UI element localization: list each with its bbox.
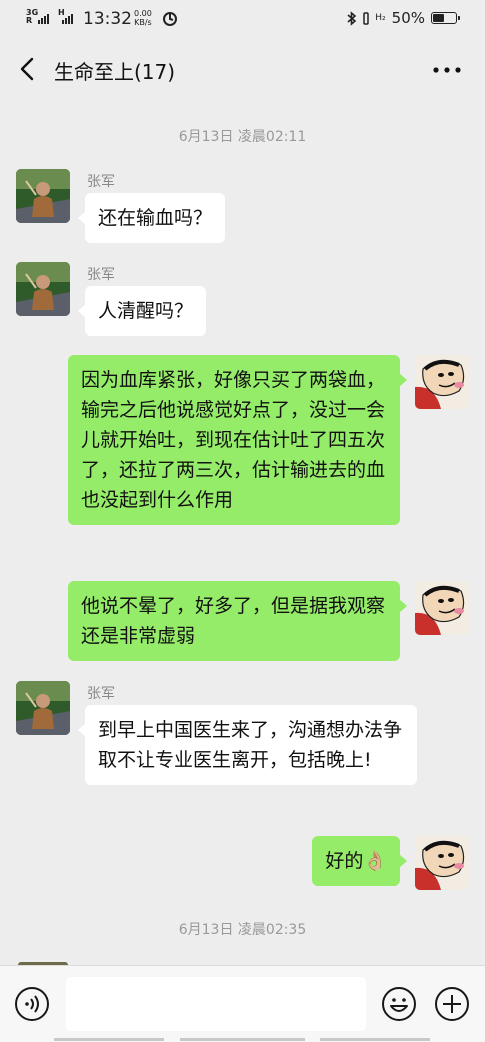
message-bubble-in[interactable]: 人清醒吗？ xyxy=(77,286,207,336)
avatar-zhangjun[interactable] xyxy=(16,681,70,735)
chat-header: 生命至上(17) xyxy=(0,38,485,102)
input-bar xyxy=(0,965,485,1042)
sender-name: 张军 xyxy=(87,267,115,283)
message-input[interactable] xyxy=(66,977,366,1031)
more-dots-icon[interactable] xyxy=(431,58,463,82)
avatar-zhangjun[interactable] xyxy=(16,169,70,223)
avatar-zhangjun[interactable] xyxy=(16,262,70,316)
sender-name: 张军 xyxy=(87,686,115,702)
message-bubble-out[interactable]: 好的👌🏼 xyxy=(312,836,407,886)
timestamp: 6月13日 凌晨02:11 xyxy=(178,129,307,145)
message-bubble-out[interactable]: 他说不晕了，好多了，但是据我观察还是非常虚弱 xyxy=(68,581,407,661)
network-type: 3G R xyxy=(26,8,39,25)
avatar-self[interactable] xyxy=(415,355,469,409)
signal-icon-2 xyxy=(62,10,73,24)
chevron-left-icon[interactable] xyxy=(14,54,40,84)
avatar-self[interactable] xyxy=(415,581,469,635)
voice-icon[interactable] xyxy=(14,986,50,1022)
signal-icon xyxy=(38,10,49,24)
bluetooth-icon xyxy=(347,10,357,26)
add-icon[interactable] xyxy=(434,986,470,1022)
message-bubble-in[interactable]: 还在输血吗？ xyxy=(77,193,226,243)
message-bubble-out[interactable]: 因为血库紧张，好像只买了两袋血，输完之后他说感觉好点了，没过一会儿就开始吐，到现… xyxy=(68,355,407,525)
timestamp: 6月13日 凌晨02:35 xyxy=(178,922,307,938)
avatar-self[interactable] xyxy=(415,836,469,890)
clock: 13:32 xyxy=(83,9,132,29)
battery-icon xyxy=(431,12,460,24)
signal-label: H₂ xyxy=(375,12,386,23)
sender-name: 张军 xyxy=(87,174,115,190)
status-right: H₂ 50% xyxy=(346,9,460,27)
vibrate-icon xyxy=(363,11,370,25)
message-bubble-in[interactable]: 到早上中国医生来了，沟通想办法争取不让专业医生离开，包括晚上! xyxy=(78,705,417,785)
network-speed: 0.00 KB/s xyxy=(134,9,152,27)
sync-icon xyxy=(163,12,177,26)
status-bar: 3G R H 13:32 0.00 KB/s H₂ 50% xyxy=(0,0,485,38)
emoji-icon[interactable] xyxy=(381,986,417,1022)
battery-percent: 50% xyxy=(391,9,425,27)
chat-title: 生命至上(17) xyxy=(54,60,176,84)
